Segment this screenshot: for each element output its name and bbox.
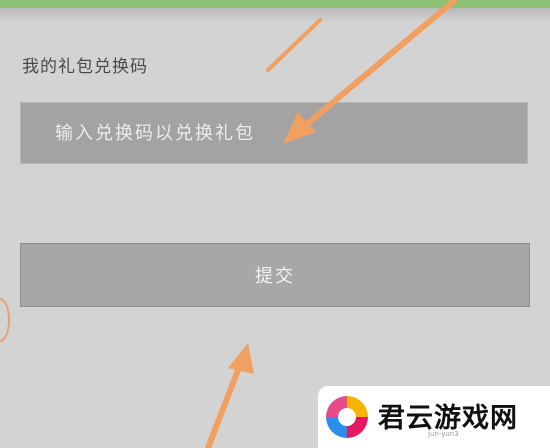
watermark: 君云游戏网 jun-yun3 (318, 386, 550, 448)
arrow-diagonal-stroke (266, 18, 322, 72)
header-shadow (0, 8, 550, 22)
redeem-code-input[interactable] (20, 102, 528, 164)
arrow-to-button (205, 343, 254, 448)
watermark-domain: jun-yun3 (428, 430, 459, 438)
page-title: 我的礼包兑换码 (22, 57, 148, 77)
left-edge-annotation (0, 298, 10, 342)
top-accent-strip (0, 0, 550, 8)
watermark-logo-icon (326, 396, 368, 438)
submit-button[interactable]: 提交 (20, 243, 530, 307)
